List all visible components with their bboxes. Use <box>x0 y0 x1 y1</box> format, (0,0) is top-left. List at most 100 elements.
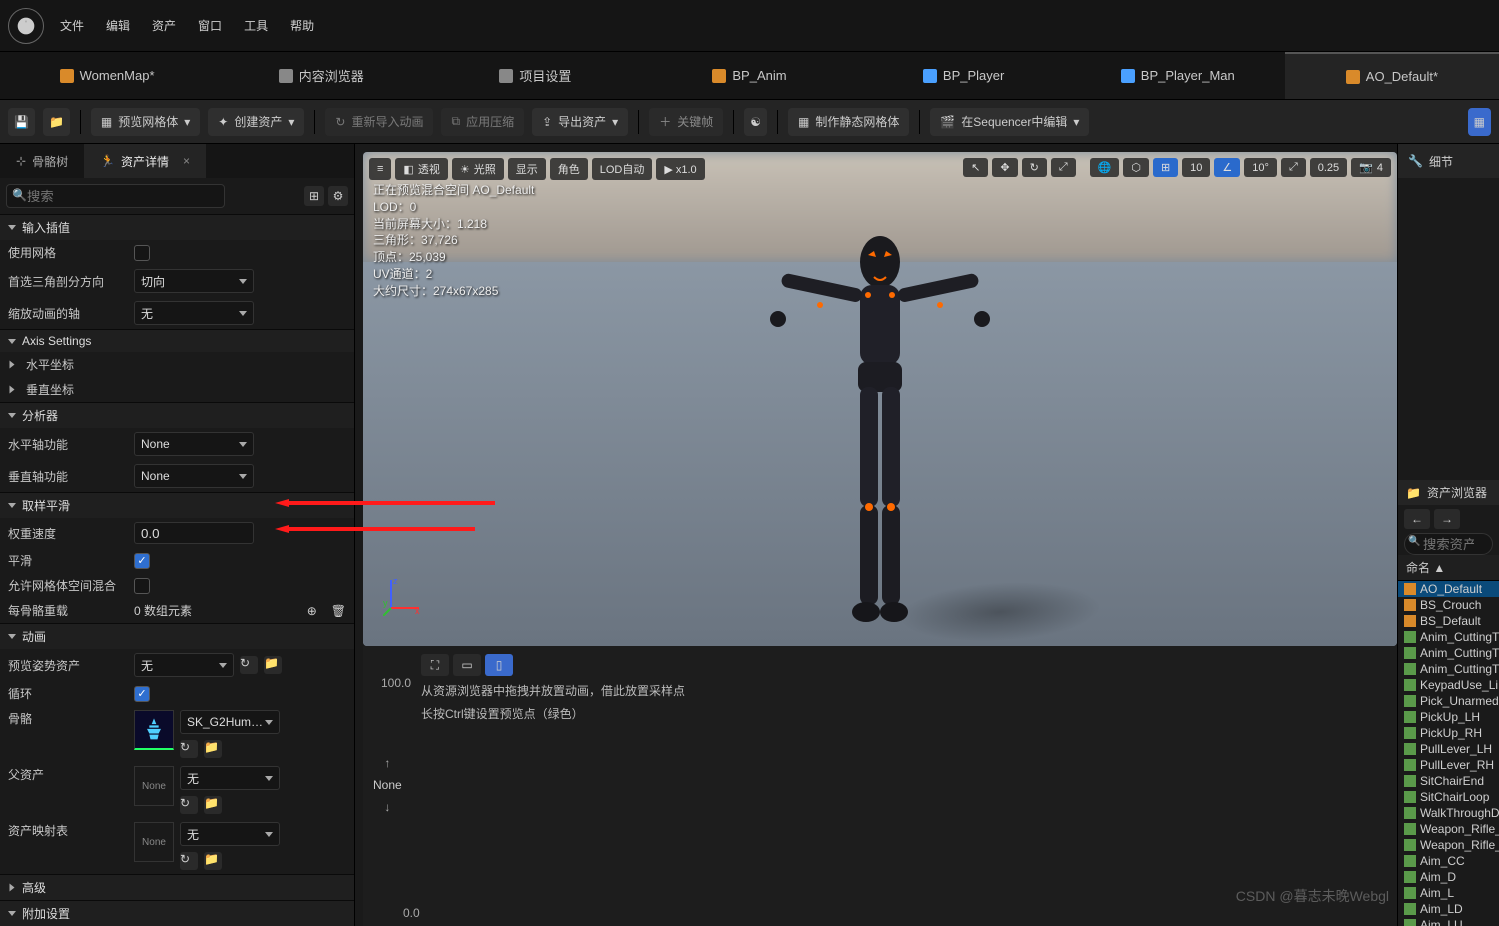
asset-item[interactable]: PullLever_LH <box>1398 741 1499 757</box>
preview-mesh-button[interactable]: ▦预览网格体▾ <box>91 108 200 136</box>
browse-skel[interactable]: 📁 <box>204 740 222 758</box>
asset-item[interactable]: PickUp_RH <box>1398 725 1499 741</box>
fit-horizontal-button[interactable]: ▭ <box>453 654 481 676</box>
asset-item[interactable]: Anim_CuttingT <box>1398 661 1499 677</box>
doc-tab[interactable]: 项目设置 <box>428 52 642 99</box>
viewport[interactable]: ≡ ◧透视 ☀光照 显示 角色 LOD自动 ▶ x1.0 ↖ ✥ ↻ ⤢ 🌐 ⬡… <box>363 152 1397 646</box>
ue-logo[interactable] <box>8 8 44 44</box>
asset-item[interactable]: Anim_CuttingT <box>1398 645 1499 661</box>
vp-play-button[interactable]: ▶ x1.0 <box>656 158 704 180</box>
asset-item[interactable]: Aim_LD <box>1398 901 1499 917</box>
vp-scale-value[interactable]: 0.25 <box>1310 158 1347 177</box>
vp-move-button[interactable]: ✥ <box>992 158 1017 177</box>
skeleton-thumb[interactable] <box>134 710 174 750</box>
nav-forward-button[interactable]: → <box>1434 509 1460 529</box>
asset-item[interactable]: PullLever_RH <box>1398 757 1499 773</box>
menu-help[interactable]: 帮助 <box>290 17 314 34</box>
nav-back-button[interactable]: ← <box>1404 509 1430 529</box>
browse-mapping[interactable]: 📁 <box>204 852 222 870</box>
use-selected-parent[interactable]: ↻ <box>180 796 198 814</box>
vp-angle-snap-button[interactable]: ∠ <box>1214 158 1240 177</box>
asset-item[interactable]: Aim_L <box>1398 885 1499 901</box>
asset-item[interactable]: KeypadUse_Li <box>1398 677 1499 693</box>
asset-browser-header[interactable]: 📁资产浏览器 <box>1398 480 1499 505</box>
parent-dropdown[interactable]: 无 <box>180 766 280 790</box>
vp-character-button[interactable]: 角色 <box>550 158 588 180</box>
asset-item[interactable]: Weapon_Rifle_ <box>1398 837 1499 853</box>
grid-view-button[interactable]: ⊞ <box>304 186 324 206</box>
smooth-checkbox[interactable] <box>134 553 150 569</box>
asset-item[interactable]: BS_Crouch <box>1398 597 1499 613</box>
vp-surface-snap-button[interactable]: ⬡ <box>1123 158 1149 177</box>
vp-menu-button[interactable]: ≡ <box>369 158 391 180</box>
section-advanced[interactable]: 高级 <box>0 874 354 900</box>
asset-item[interactable]: Aim_LU <box>1398 917 1499 926</box>
mapping-thumb[interactable]: None <box>134 822 174 862</box>
vp-rotate-button[interactable]: ↻ <box>1022 158 1047 177</box>
col-header-name[interactable]: 命名 ▲ <box>1398 555 1499 581</box>
asset-item[interactable]: Weapon_Rifle_ <box>1398 821 1499 837</box>
vp-lod-button[interactable]: LOD自动 <box>592 158 653 180</box>
browse-to-button[interactable]: 📁 <box>264 656 282 674</box>
create-asset-button[interactable]: ✦创建资产▾ <box>208 108 304 136</box>
keyframe-button[interactable]: ＋关键帧 <box>649 108 723 136</box>
vp-select-button[interactable]: ↖ <box>963 158 988 177</box>
layout-button[interactable]: ▦ <box>1468 108 1491 136</box>
menu-tool[interactable]: 工具 <box>244 17 268 34</box>
edit-in-sequencer-button[interactable]: 🎬在Sequencer中编辑▾ <box>930 108 1089 136</box>
loop-checkbox[interactable] <box>134 686 150 702</box>
v-axis-fn-dropdown[interactable]: None <box>134 464 254 488</box>
vp-camera-speed-button[interactable]: 📷4 <box>1351 158 1391 177</box>
vp-scale-button[interactable]: ⤢ <box>1051 158 1076 177</box>
add-element-button[interactable]: ⊕ <box>307 604 317 618</box>
scale-axis-dropdown[interactable]: 无 <box>134 301 254 325</box>
section-axis-settings[interactable]: Axis Settings <box>0 329 354 352</box>
asset-list[interactable]: AO_DefaultBS_CrouchBS_DefaultAnim_Cuttin… <box>1398 581 1499 926</box>
mapping-dropdown[interactable]: 无 <box>180 822 280 846</box>
section-sample-smoothing[interactable]: 取样平滑 <box>0 492 354 518</box>
doc-tab[interactable]: 内容浏览器 <box>214 52 428 99</box>
asset-item[interactable]: Pick_Unarmed <box>1398 693 1499 709</box>
make-static-mesh-button[interactable]: ▦制作静态网格体 <box>788 108 909 136</box>
menu-window[interactable]: 窗口 <box>198 17 222 34</box>
fit-vertical-button[interactable]: ▯ <box>485 654 513 676</box>
tri-dir-dropdown[interactable]: 切向 <box>134 269 254 293</box>
prop-h-coord[interactable]: 水平坐标 <box>26 356 146 373</box>
vp-perspective-button[interactable]: ◧透视 <box>395 158 447 180</box>
browse-button[interactable]: 📁 <box>43 108 70 136</box>
tab-skeleton-tree[interactable]: ⊹骨骼树 <box>0 144 84 178</box>
section-analyzer[interactable]: 分析器 <box>0 402 354 428</box>
reimport-anim-button[interactable]: ↻重新导入动画 <box>325 108 433 136</box>
vp-show-button[interactable]: 显示 <box>508 158 546 180</box>
vp-angle-value[interactable]: 10° <box>1244 158 1277 177</box>
section-animation[interactable]: 动画 <box>0 623 354 649</box>
export-asset-button[interactable]: ⇪导出资产▾ <box>532 108 628 136</box>
details-search-input[interactable] <box>6 184 225 208</box>
mesh-blend-checkbox[interactable] <box>134 578 150 594</box>
doc-tab[interactable]: WomenMap* <box>0 52 214 99</box>
section-additive[interactable]: 附加设置 <box>0 900 354 926</box>
use-selected-mapping[interactable]: ↻ <box>180 852 198 870</box>
use-selected-skel[interactable]: ↻ <box>180 740 198 758</box>
doc-tab[interactable]: AO_Default* <box>1285 52 1499 99</box>
asset-item[interactable]: Aim_D <box>1398 869 1499 885</box>
settings-button[interactable]: ⚙ <box>328 186 348 206</box>
asset-item[interactable]: WalkThroughD <box>1398 805 1499 821</box>
apply-compress-button[interactable]: ⧉应用压缩 <box>441 108 524 136</box>
asset-item[interactable]: Anim_CuttingT <box>1398 629 1499 645</box>
trash-button[interactable]: 🗑 <box>331 604 346 618</box>
save-button[interactable]: 💾 <box>8 108 35 136</box>
vp-grid-value[interactable]: 10 <box>1182 158 1210 177</box>
vp-scale-snap-button[interactable]: ⤢ <box>1281 158 1306 177</box>
vp-world-button[interactable]: 🌐 <box>1090 158 1120 177</box>
vp-lighting-button[interactable]: ☀光照 <box>452 158 504 180</box>
parent-thumb[interactable]: None <box>134 766 174 806</box>
menu-edit[interactable]: 编辑 <box>106 17 130 34</box>
browse-parent[interactable]: 📁 <box>204 796 222 814</box>
asset-item[interactable]: PickUp_LH <box>1398 709 1499 725</box>
section-input-interp[interactable]: 输入插值 <box>0 214 354 240</box>
yinyang-button[interactable]: ☯ <box>744 108 767 136</box>
menu-file[interactable]: 文件 <box>60 17 84 34</box>
doc-tab[interactable]: BP_Player <box>857 52 1071 99</box>
h-axis-fn-dropdown[interactable]: None <box>134 432 254 456</box>
